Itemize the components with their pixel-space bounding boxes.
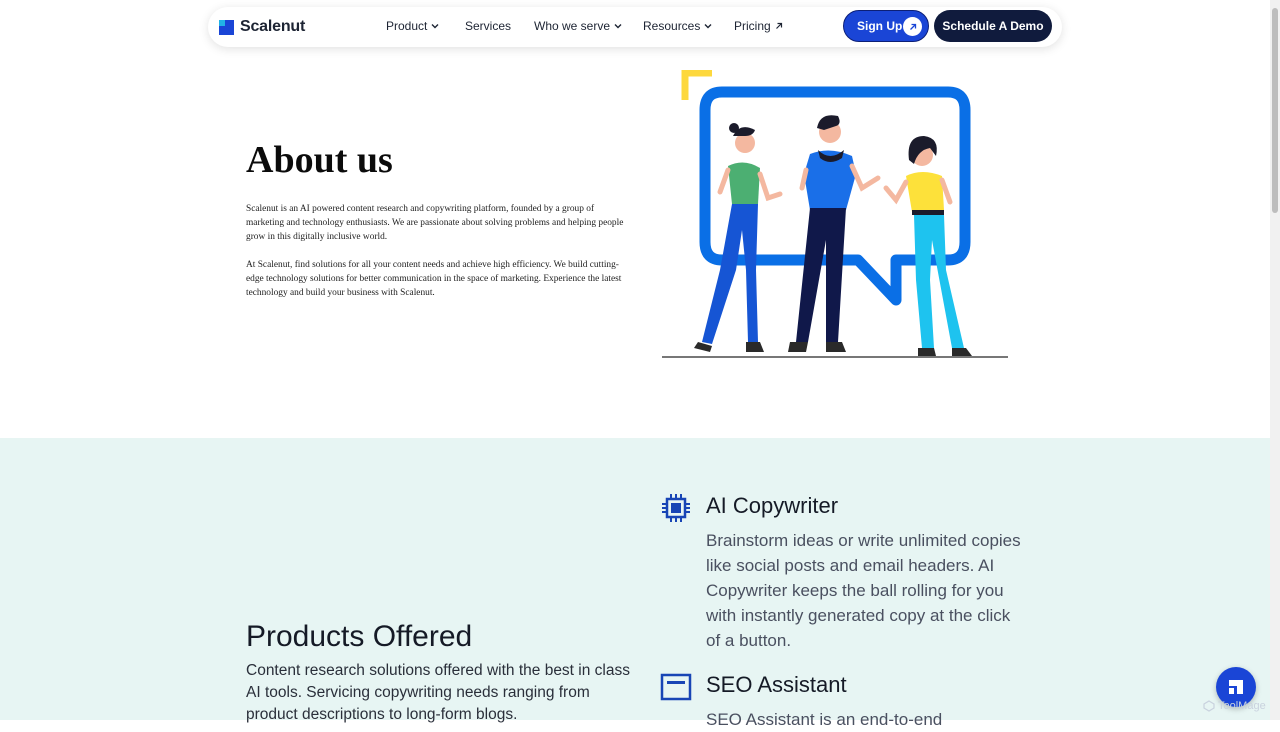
sign-up-button[interactable]: Sign Up: [843, 10, 929, 42]
page-scrollbar[interactable]: [1270, 0, 1280, 720]
feature-ai-copywriter-title: AI Copywriter: [706, 493, 839, 518]
about-paragraph-2: At Scalenut, find solutions for all your…: [246, 260, 622, 298]
about-title: About us: [246, 139, 393, 181]
watermark-icon: [1203, 700, 1215, 712]
nav-product[interactable]: Product: [386, 19, 439, 33]
nav-pricing-label: Pricing: [734, 19, 771, 33]
top-navbar: Scalenut Product Services Who we serve R…: [208, 7, 1062, 47]
scalenut-logo-icon: [219, 19, 234, 35]
scalenut-logo[interactable]: Scalenut: [219, 18, 305, 36]
chevron-down-icon: [431, 24, 439, 29]
chevron-down-icon: [614, 24, 622, 29]
nav-resources-label: Resources: [643, 19, 701, 33]
scrollbar-thumb[interactable]: [1272, 8, 1278, 213]
nav-who-we-serve[interactable]: Who we serve: [534, 19, 622, 33]
chevron-down-icon: [704, 24, 712, 29]
about-paragraph-1: Scalenut is an AI powered content resear…: [246, 204, 624, 242]
nav-services[interactable]: Services: [465, 19, 511, 33]
feature-seo-assistant-title: SEO Assistant: [706, 672, 847, 697]
watermark: ToolMage: [1203, 700, 1266, 712]
arrow-up-right-icon: [903, 17, 922, 36]
schedule-demo-button[interactable]: Schedule A Demo: [934, 10, 1052, 42]
products-section: [0, 438, 1270, 720]
team-chat-illustration: [662, 70, 1008, 358]
nav-product-label: Product: [386, 19, 428, 33]
window-icon: [660, 673, 692, 701]
products-description: Content research solutions offered with …: [246, 662, 630, 723]
nav-who-we-serve-label: Who we serve: [534, 19, 611, 33]
sign-up-label: Sign Up: [857, 19, 903, 33]
schedule-demo-label: Schedule A Demo: [942, 19, 1044, 33]
feature-ai-copywriter-description: Brainstorm ideas or write unlimited copi…: [706, 531, 1021, 650]
arrow-up-right-icon: [775, 22, 782, 29]
logo-text: Scalenut: [240, 18, 306, 35]
cpu-chip-icon: [662, 494, 690, 522]
products-title: Products Offered: [246, 620, 473, 653]
nav-services-label: Services: [465, 19, 512, 33]
watermark-text: ToolMage: [1218, 700, 1266, 712]
nav-pricing[interactable]: Pricing: [734, 19, 783, 33]
scalenut-chat-icon: [1229, 680, 1243, 694]
nav-resources[interactable]: Resources: [643, 19, 712, 33]
